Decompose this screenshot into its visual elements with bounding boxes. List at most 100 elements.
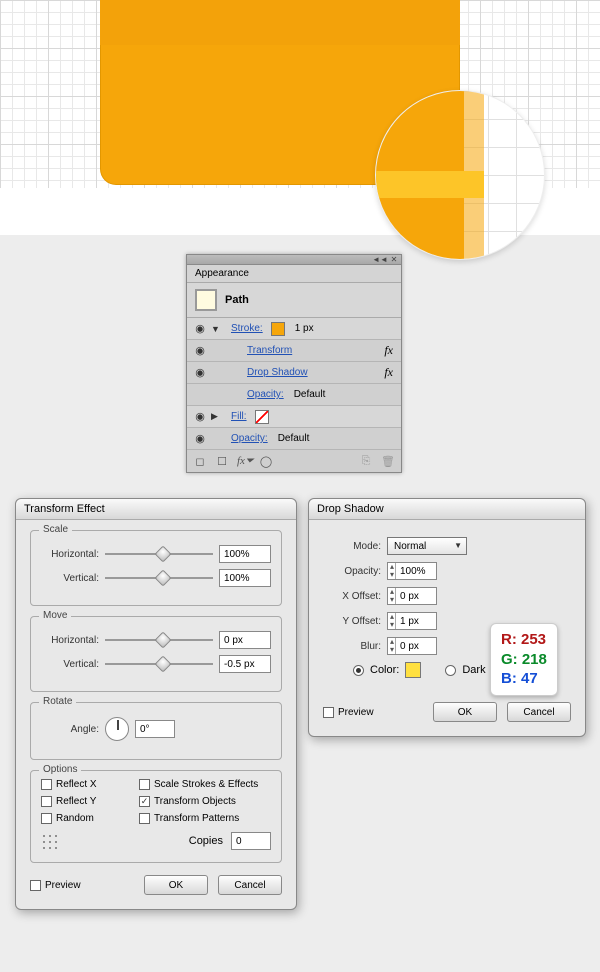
panel-title: Appearance (187, 265, 401, 283)
x-offset-input[interactable]: 0 px (387, 587, 437, 605)
canvas-grid (0, 0, 600, 235)
visibility-icon[interactable]: ◉ (193, 344, 207, 357)
y-offset-label: Y Offset: (323, 616, 381, 627)
move-v-slider[interactable] (105, 657, 213, 671)
options-legend: Options (39, 764, 81, 775)
rgb-r: R: 253 (501, 630, 547, 650)
zoom-highlight (376, 171, 484, 198)
fill-row[interactable]: ◉ ▶ Fill: (187, 406, 401, 428)
transform-effect-row[interactable]: ◉ Transform fx (187, 340, 401, 362)
visibility-icon[interactable]: ◉ (193, 322, 207, 335)
move-h-label: Horizontal: (41, 635, 99, 646)
scale-v-input[interactable]: 100% (219, 569, 271, 587)
move-group: Move Horizontal: 0 px Vertical: -0.5 px (30, 616, 282, 692)
rgb-g: G: 218 (501, 650, 547, 670)
opacity-input[interactable]: 100% (387, 562, 437, 580)
visibility-icon[interactable]: ◉ (193, 410, 207, 423)
x-offset-label: X Offset: (323, 591, 381, 602)
move-h-slider[interactable] (105, 633, 213, 647)
move-h-input[interactable]: 0 px (219, 631, 271, 649)
reflect-x-checkbox[interactable]: Reflect X (41, 779, 127, 790)
blur-input[interactable]: 0 px (387, 637, 437, 655)
angle-input[interactable]: 0° (135, 720, 175, 738)
stroke-color-swatch[interactable] (271, 322, 285, 336)
stroke-link[interactable]: Stroke: (231, 323, 263, 334)
copies-icon (41, 833, 61, 849)
disclosure-triangle[interactable]: ▼ (211, 324, 221, 334)
new-art-button[interactable]: ◻ (193, 455, 207, 468)
fill-link[interactable]: Fill: (231, 411, 247, 422)
add-fx-button[interactable]: fx⏷ (237, 455, 251, 468)
visibility-icon[interactable]: ◉ (193, 366, 207, 379)
mode-label: Mode: (323, 541, 381, 552)
scale-legend: Scale (39, 524, 72, 535)
drop-shadow-effect-row[interactable]: ◉ Drop Shadow fx (187, 362, 401, 384)
transform-effect-dialog: Transform Effect Scale Horizontal: 100% … (15, 498, 297, 910)
shadow-color-swatch[interactable] (405, 662, 421, 678)
move-v-input[interactable]: -0.5 px (219, 655, 271, 673)
rotate-group: Rotate Angle: 0° (30, 702, 282, 760)
fx-icon[interactable]: fx (384, 365, 393, 380)
dialog-title: Drop Shadow (309, 499, 585, 520)
object-opacity-row[interactable]: ◉ Opacity: Default (187, 428, 401, 450)
fill-color-swatch[interactable] (255, 410, 269, 424)
cancel-button[interactable]: Cancel (507, 702, 571, 722)
move-v-label: Vertical: (41, 659, 99, 670)
transform-objects-checkbox[interactable]: Transform Objects (139, 796, 258, 807)
disclosure-triangle[interactable]: ▶ (211, 411, 221, 422)
mode-select[interactable]: Normal (387, 537, 467, 555)
clear-appearance-button[interactable]: ☐ (215, 455, 229, 468)
darkness-radio[interactable] (445, 665, 456, 676)
object-thumbnail (195, 289, 217, 311)
scale-v-slider[interactable] (105, 571, 213, 585)
darkness-label: Dark (462, 664, 485, 676)
drop-shadow-link[interactable]: Drop Shadow (247, 367, 308, 378)
fx-icon[interactable]: fx (384, 343, 393, 358)
random-checkbox[interactable]: Random (41, 813, 127, 824)
move-legend: Move (39, 610, 71, 621)
scale-strokes-checkbox[interactable]: Scale Strokes & Effects (139, 779, 258, 790)
opacity-button[interactable]: ◯ (259, 455, 273, 468)
ok-button[interactable]: OK (433, 702, 497, 722)
color-label: Color: (370, 664, 399, 676)
y-offset-input[interactable]: 1 px (387, 612, 437, 630)
panel-tabbar: ◄◄ ✕ (187, 255, 401, 265)
artwork-top-band (100, 0, 460, 45)
visibility-icon[interactable]: ◉ (193, 432, 207, 445)
scale-group: Scale Horizontal: 100% Vertical: 100% (30, 530, 282, 606)
opacity-value: Default (294, 389, 326, 400)
copies-label: Copies (189, 835, 223, 847)
stroke-size: 1 px (295, 323, 314, 334)
color-radio[interactable] (353, 665, 364, 676)
appearance-panel: ◄◄ ✕ Appearance Path ◉ ▼ Stroke: 1 px ◉ … (186, 254, 402, 473)
reflect-y-checkbox[interactable]: Reflect Y (41, 796, 127, 807)
panel-footer: ◻ ☐ fx⏷ ◯ ⎘ 🗑 (187, 450, 401, 472)
zoom-preview (375, 90, 545, 260)
angle-label: Angle: (41, 724, 99, 735)
rgb-b: B: 47 (501, 669, 547, 689)
duplicate-item-button[interactable]: ⎘ (359, 455, 373, 468)
ok-button[interactable]: OK (144, 875, 208, 895)
opacity-label: Opacity: (323, 566, 381, 577)
copies-input[interactable]: 0 (231, 832, 271, 850)
cancel-button[interactable]: Cancel (218, 875, 282, 895)
scale-h-slider[interactable] (105, 547, 213, 561)
rotate-legend: Rotate (39, 696, 76, 707)
transform-link[interactable]: Transform (247, 345, 292, 356)
scale-h-label: Horizontal: (41, 549, 99, 560)
opacity-value: Default (278, 433, 310, 444)
delete-item-button[interactable]: 🗑 (381, 455, 395, 468)
preview-checkbox[interactable]: Preview (30, 875, 81, 895)
panel-object-header: Path (187, 283, 401, 318)
transform-patterns-checkbox[interactable]: Transform Patterns (139, 813, 258, 824)
opacity-link[interactable]: Opacity: (247, 389, 284, 400)
opacity-link[interactable]: Opacity: (231, 433, 268, 444)
preview-checkbox[interactable]: Preview (323, 702, 374, 722)
stroke-row[interactable]: ◉ ▼ Stroke: 1 px (187, 318, 401, 340)
scale-v-label: Vertical: (41, 573, 99, 584)
stroke-opacity-row[interactable]: Opacity: Default (187, 384, 401, 406)
dialog-title: Transform Effect (16, 499, 296, 520)
scale-h-input[interactable]: 100% (219, 545, 271, 563)
drop-shadow-dialog: Drop Shadow Mode: Normal Opacity: 100% X… (308, 498, 586, 737)
angle-wheel[interactable] (105, 717, 129, 741)
